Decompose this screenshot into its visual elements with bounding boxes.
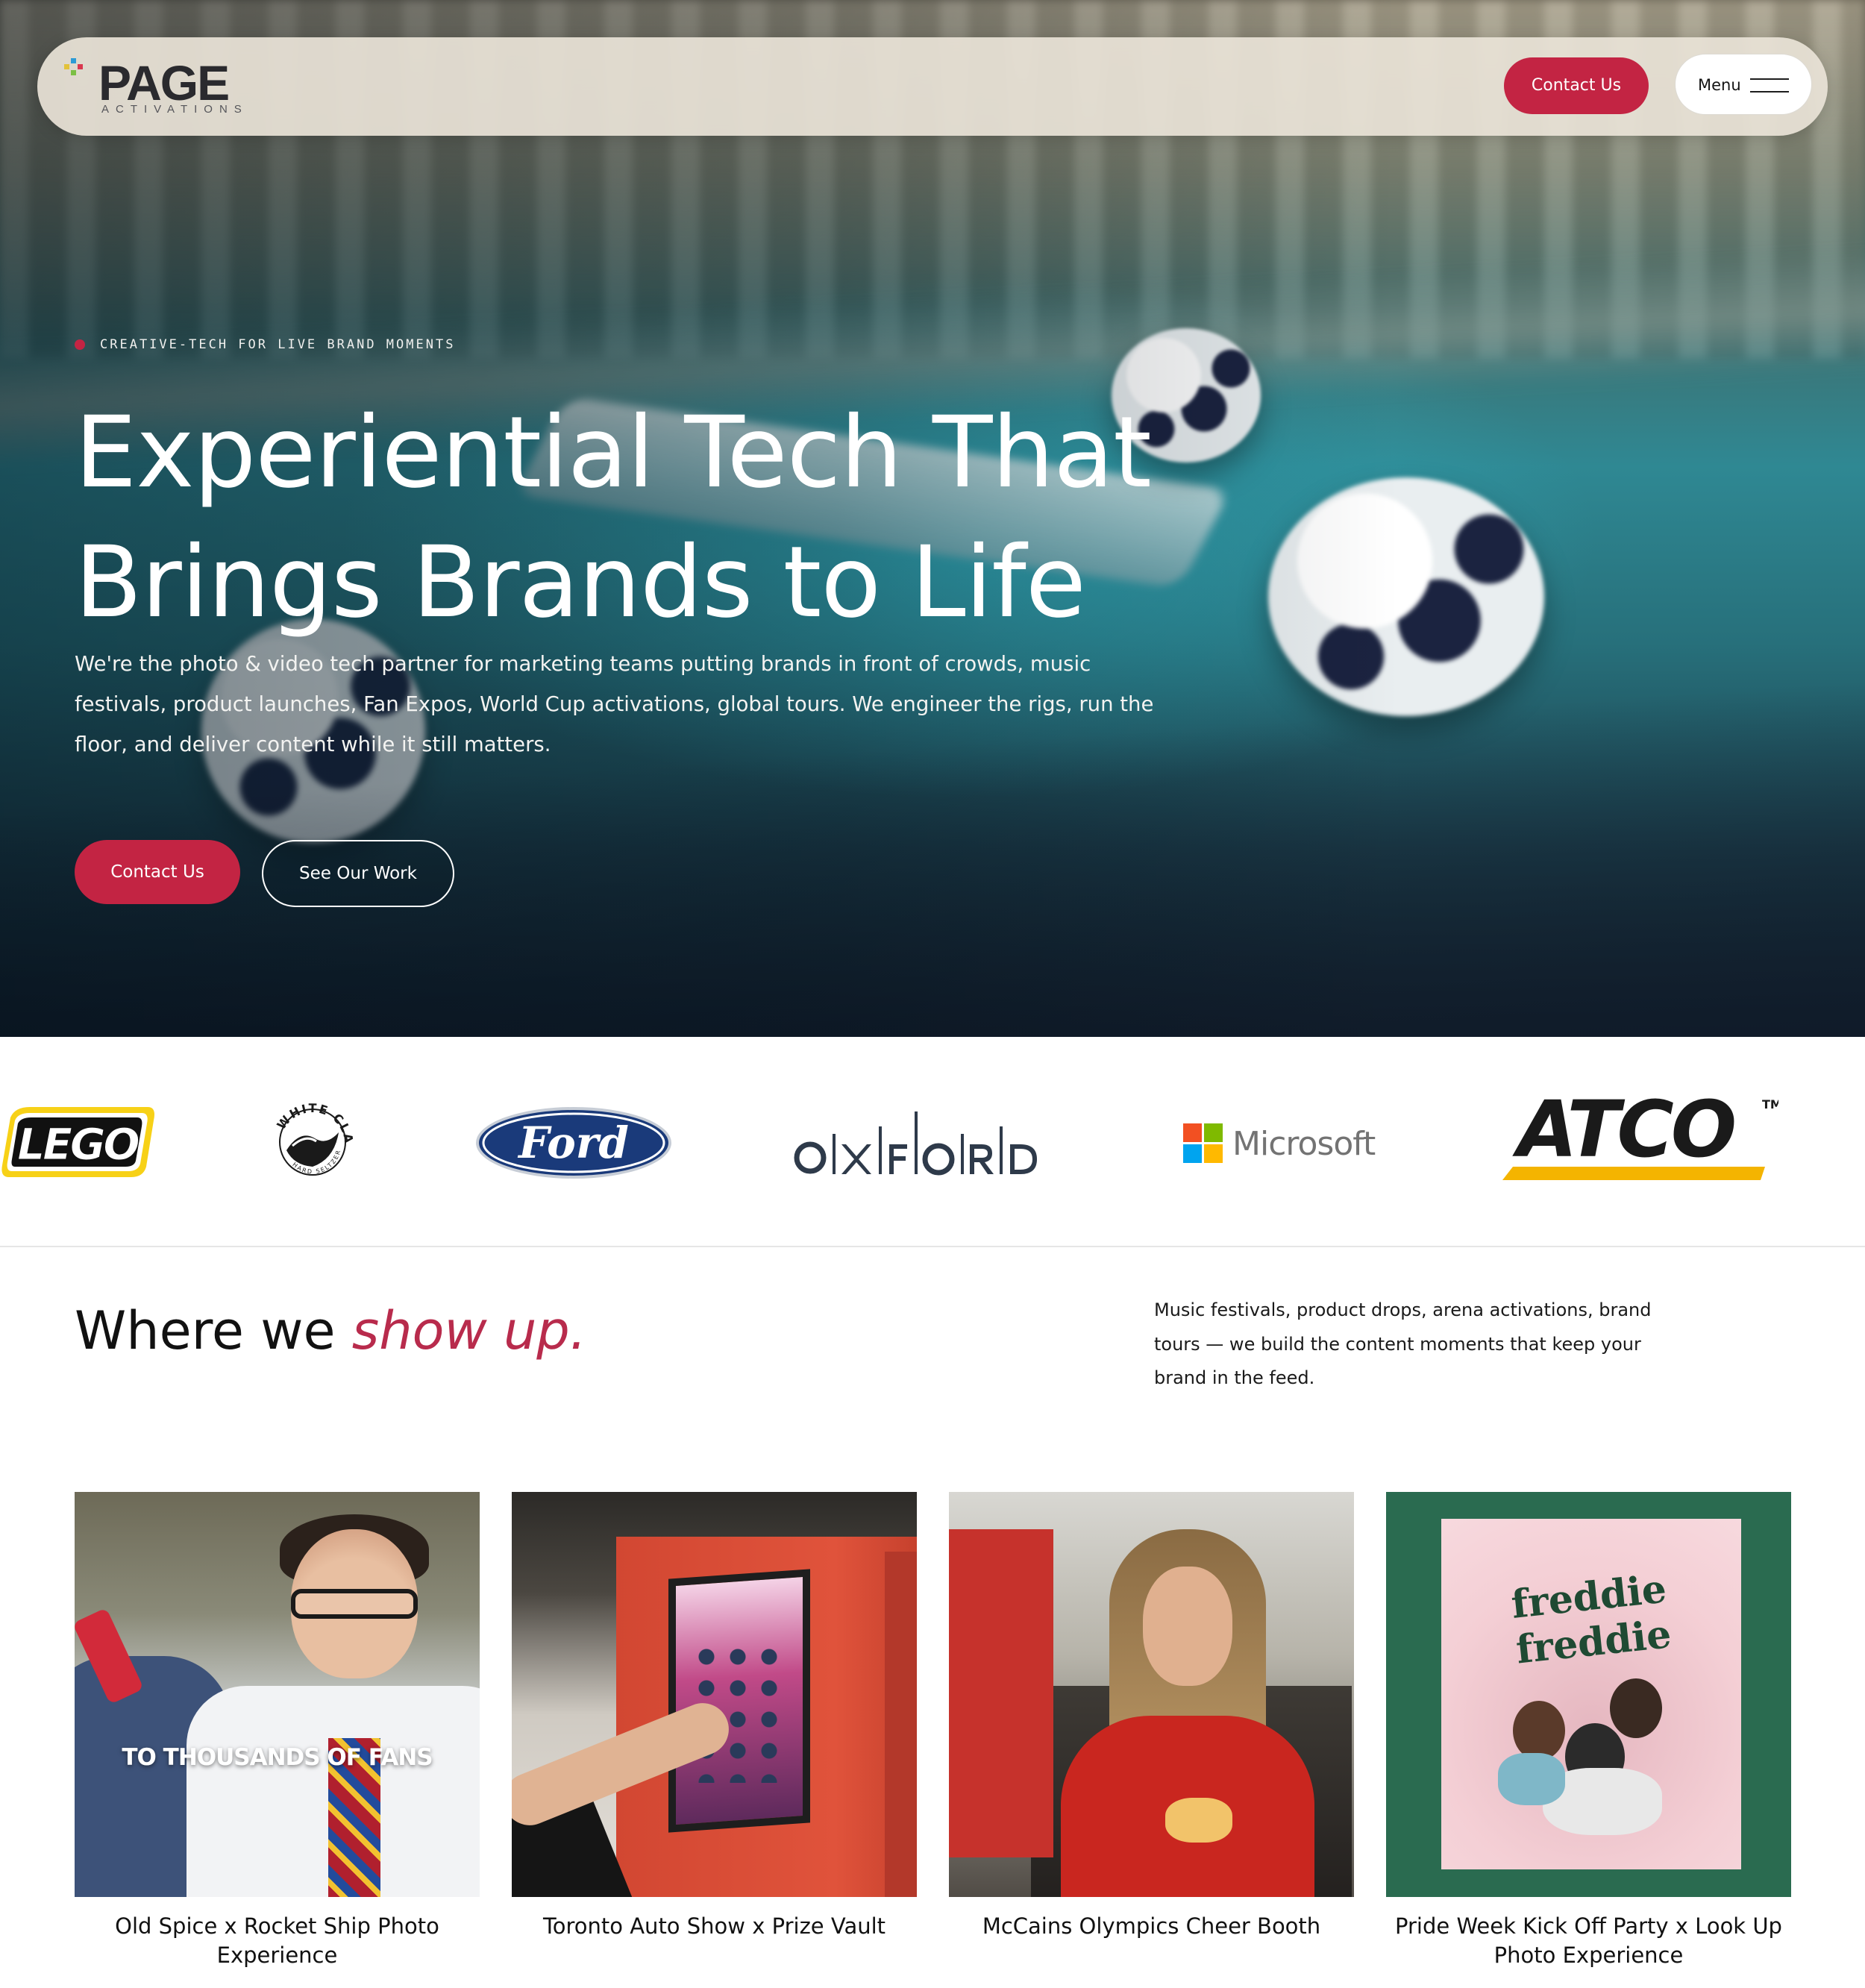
project-card[interactable]: McCains Olympics Cheer Booth	[949, 1492, 1354, 1941]
red-dot-icon	[75, 339, 85, 350]
svg-text:Microsoft: Microsoft	[1232, 1125, 1376, 1163]
lego-logo: LEGO	[1, 1107, 155, 1177]
white-claw-logo: WHITE CLAW HARD SELTZER	[270, 1100, 354, 1176]
project-title[interactable]: Old Spice x Rocket Ship Photo Experience	[75, 1912, 480, 1970]
section-title: Where we show up.	[75, 1298, 586, 1364]
oxford-logo	[794, 1111, 1037, 1176]
project-title[interactable]: McCains Olympics Cheer Booth	[949, 1912, 1354, 1941]
hero-eyebrow: CREATIVE-TECH FOR LIVE BRAND MOMENTS	[75, 337, 455, 352]
svg-text:ATCO: ATCO	[1512, 1089, 1734, 1175]
site-logo[interactable]: PAGE ACTIVATIONS	[60, 54, 261, 121]
ford-logo: Ford	[476, 1107, 671, 1179]
see-our-work-button[interactable]: See Our Work	[262, 840, 454, 907]
image-overlay-text: TO THOUSANDS OF FANS	[122, 1744, 433, 1771]
client-logos-strip: LEGO WHITE CLAW HARD SELTZER Ford	[0, 1037, 1865, 1247]
hero-contact-button[interactable]: Contact Us	[75, 840, 240, 904]
logo-subtitle: ACTIVATIONS	[101, 103, 248, 116]
project-image-mccains[interactable]	[949, 1492, 1354, 1897]
menu-label: Menu	[1698, 76, 1741, 94]
svg-text:TM: TM	[1762, 1097, 1778, 1111]
project-card[interactable]: Toronto Auto Show x Prize Vault	[512, 1492, 917, 1941]
nav-contact-button[interactable]: Contact Us	[1504, 57, 1649, 114]
project-title[interactable]: Toronto Auto Show x Prize Vault	[512, 1912, 917, 1941]
section-title-accent: show up.	[351, 1300, 586, 1361]
project-image-old-spice[interactable]: TO THOUSANDS OF FANS	[75, 1492, 480, 1897]
project-image-auto-show[interactable]	[512, 1492, 917, 1897]
svg-text:Ford: Ford	[517, 1117, 629, 1168]
hero-title-line-2: Brings Brands to Life	[75, 525, 1086, 640]
hamburger-icon	[1750, 77, 1789, 93]
hero-section: PAGE ACTIVATIONS Contact Us Menu CREATIV…	[0, 0, 1865, 1037]
microsoft-logo: Microsoft	[1183, 1123, 1376, 1163]
hero-title: Experiential Tech That Brings Brands to …	[75, 388, 1343, 647]
section-description: Music festivals, product drops, arena ac…	[1154, 1299, 1652, 1388]
atco-logo: ATCO TM	[1502, 1089, 1778, 1180]
project-title[interactable]: Pride Week Kick Off Party x Look Up Phot…	[1386, 1912, 1791, 1970]
project-card[interactable]: freddie freddie Pride Week Kick Off Part…	[1386, 1492, 1791, 1970]
section-title-plain: Where we	[75, 1300, 352, 1361]
hero-eyebrow-text: CREATIVE-TECH FOR LIVE BRAND MOMENTS	[100, 337, 456, 352]
top-navigation: PAGE ACTIVATIONS Contact Us Menu	[37, 37, 1828, 136]
hero-description: We're the photo & video tech partner for…	[75, 652, 1154, 756]
logo-pixel-icon	[64, 58, 83, 75]
hero-title-line-1: Experiential Tech That	[75, 395, 1152, 510]
project-card[interactable]: TO THOUSANDS OF FANS Old Spice x Rocket …	[75, 1492, 480, 1970]
menu-button[interactable]: Menu	[1675, 54, 1812, 115]
svg-text:LEGO: LEGO	[17, 1119, 139, 1170]
project-image-pride-week[interactable]: freddie freddie	[1386, 1492, 1791, 1897]
